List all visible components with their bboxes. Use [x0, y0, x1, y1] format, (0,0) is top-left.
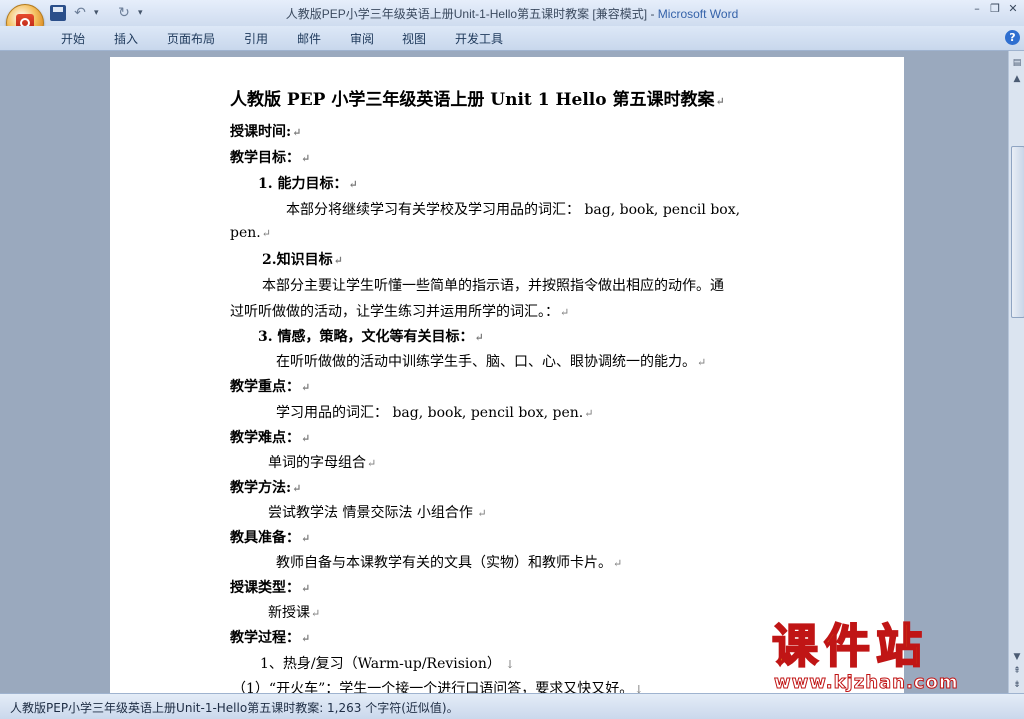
prev-page-icon[interactable]: ⇞	[1011, 665, 1023, 677]
doc-line: 2.知识目标↵	[262, 252, 343, 268]
watermark-logo: 课件站	[771, 618, 928, 674]
doc-line: 本部分主要让学生听懂一些简单的指示语，并按照指令做出相应的动作。通	[262, 278, 724, 294]
document-page[interactable]: 人教版 PEP 小学三年级英语上册 Unit 1 Hello 第五课时教案↵ 授…	[110, 57, 904, 697]
tab-view[interactable]: 视图	[402, 30, 426, 47]
quick-access-toolbar: ↶ ▾ ↻ ▾	[50, 3, 154, 23]
minimize-button[interactable]: –	[970, 2, 984, 15]
redo-icon[interactable]: ↻	[116, 5, 132, 21]
doc-line: 授课时间:↵	[230, 124, 302, 140]
tab-developer[interactable]: 开发工具	[455, 30, 503, 47]
tab-review[interactable]: 审阅	[350, 30, 374, 47]
doc-line: 学习用品的词汇： bag, book, pencil box, pen.↵	[276, 405, 594, 421]
watermark-url: www.kjzhan.com	[774, 672, 959, 694]
doc-line: 在听听做做的活动中训练学生手、脑、口、心、眼协调统一的能力。↵	[276, 354, 707, 370]
title-bar: 人教版PEP小学三年级英语上册Unit-1-Hello第五课时教案 [兼容模式]…	[0, 0, 1024, 26]
tab-page-layout[interactable]: 页面布局	[167, 30, 215, 47]
doc-line: 教学重点：↵	[230, 379, 311, 395]
doc-line: 授课类型：↵	[230, 580, 311, 596]
view-ruler-icon[interactable]: ▤	[1011, 57, 1023, 69]
window-controls: – ❐ ✕	[970, 2, 1020, 15]
status-bar: 人教版PEP小学三年级英语上册Unit-1-Hello第五课时教案: 1,263…	[0, 693, 1024, 719]
doc-line: 教师自备与本课教学有关的文具（实物）和教师卡片。↵	[276, 555, 623, 571]
vertical-scrollbar[interactable]: ▤ ▲ ▼ ⇞ ⇟	[1008, 51, 1024, 693]
doc-line: 1. 能力目标：↵	[258, 176, 358, 192]
scroll-thumb[interactable]	[1011, 146, 1024, 318]
document-title: 人教版 PEP 小学三年级英语上册 Unit 1 Hello 第五课时教案↵	[230, 90, 725, 110]
help-icon[interactable]: ?	[1005, 30, 1020, 45]
doc-line: 尝试教学法 情景交际法 小组合作 ↵	[268, 505, 487, 521]
customize-qat-icon[interactable]: ▾	[138, 5, 154, 21]
scroll-up-icon[interactable]: ▲	[1011, 73, 1023, 85]
doc-line: 教学过程：↵	[230, 630, 311, 646]
doc-line: 过听听做做的活动，让学生练习并运用所学的词汇。：↵	[230, 304, 570, 320]
site-watermark: 课件站 www.kjzhan.com	[771, 618, 958, 694]
restore-button[interactable]: ❐	[988, 2, 1002, 15]
doc-line: 3. 情感，策略，文化等有关目标：↵	[258, 329, 484, 345]
ribbon-tabs: 开始 插入 页面布局 引用 邮件 审阅 视图 开发工具	[0, 26, 1024, 51]
chevron-down-icon[interactable]: ▾	[94, 5, 110, 21]
doc-line: 教学方法:↵	[230, 480, 302, 496]
doc-line: 新授课↵	[268, 605, 321, 621]
tab-home[interactable]: 开始	[61, 30, 85, 47]
tab-mailings[interactable]: 邮件	[297, 30, 321, 47]
undo-icon[interactable]: ↶	[72, 5, 88, 21]
status-text: 人教版PEP小学三年级英语上册Unit-1-Hello第五课时教案: 1,263…	[10, 701, 459, 715]
next-page-icon[interactable]: ⇟	[1011, 679, 1023, 691]
tab-insert[interactable]: 插入	[114, 30, 138, 47]
save-icon[interactable]	[50, 5, 66, 21]
doc-line: 本部分将继续学习有关学校及学习用品的词汇： bag, book, pencil …	[286, 202, 741, 218]
doc-line: pen.↵	[230, 225, 271, 241]
doc-line: 教具准备：↵	[230, 530, 311, 546]
tab-references[interactable]: 引用	[244, 30, 268, 47]
doc-line: 教学目标：↵	[230, 150, 311, 166]
close-button[interactable]: ✕	[1006, 2, 1020, 15]
doc-line: 单词的字母组合↵	[268, 455, 377, 471]
doc-line: 教学难点：↵	[230, 430, 311, 446]
scroll-down-icon[interactable]: ▼	[1011, 651, 1023, 663]
doc-line: 1、热身/复习（Warm-up/Revision） ↓	[260, 656, 515, 672]
